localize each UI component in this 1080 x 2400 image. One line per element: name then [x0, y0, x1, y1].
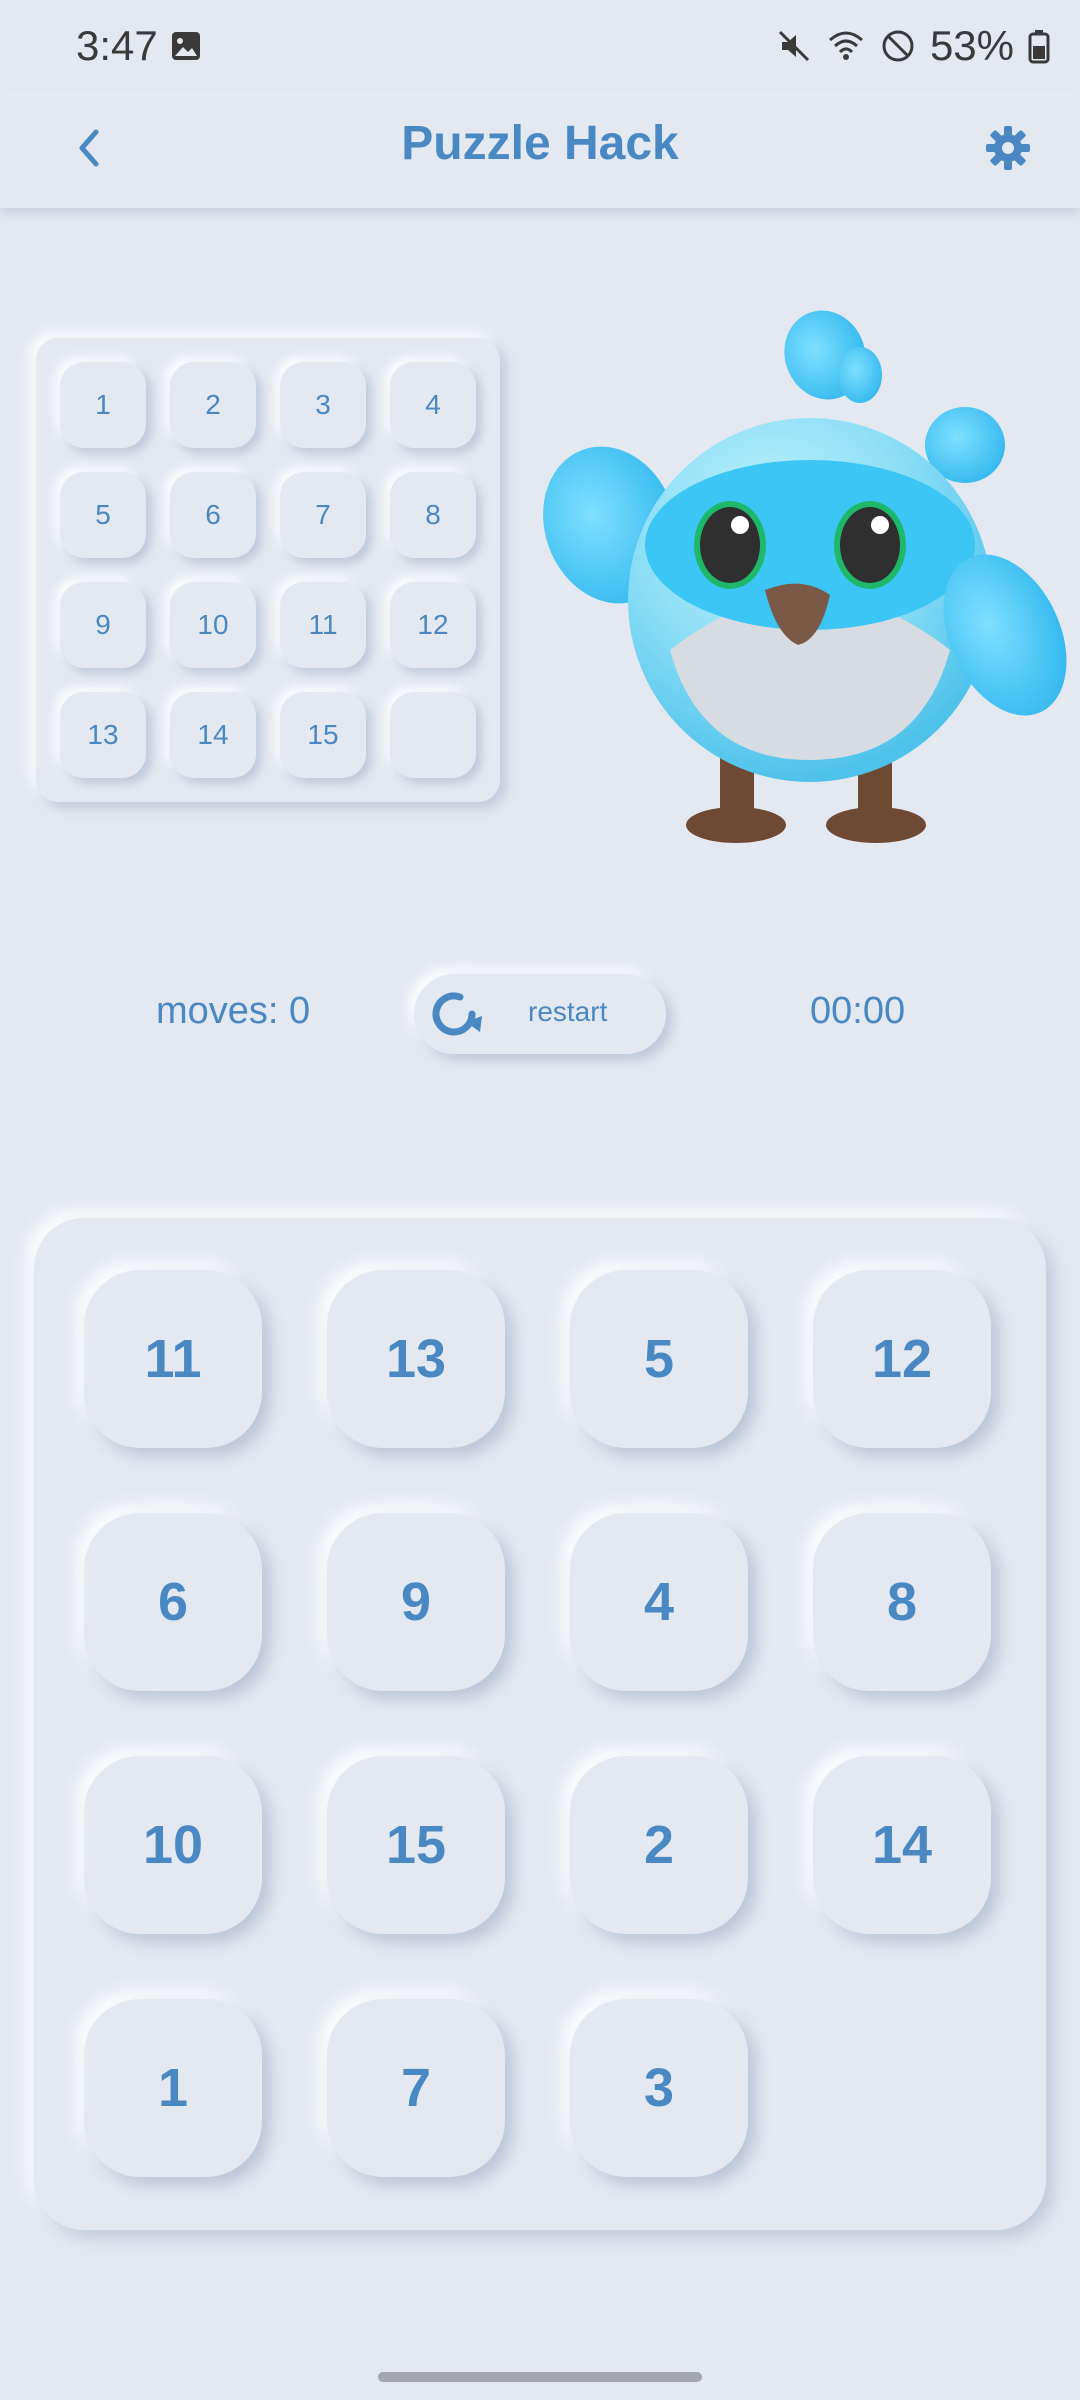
status-bar: 3:47 53%: [0, 0, 1080, 90]
refresh-icon: [432, 992, 482, 1036]
reference-tile: 5: [60, 472, 146, 558]
gallery-icon: [172, 32, 200, 60]
reference-tile-empty: [390, 692, 476, 778]
puzzle-tile[interactable]: 4: [570, 1513, 748, 1691]
status-icons: 53%: [776, 22, 1050, 70]
reference-tile: 15: [280, 692, 366, 778]
puzzle-tile[interactable]: 13: [327, 1270, 505, 1448]
app-bar: Puzzle Hack: [0, 90, 1080, 208]
home-indicator[interactable]: [378, 2372, 702, 2382]
restart-label: restart: [528, 996, 608, 1027]
puzzle-tile[interactable]: 11: [84, 1270, 262, 1448]
status-time: 3:47: [76, 22, 158, 69]
timer: 00:00: [810, 990, 906, 1032]
reference-tile: 12: [390, 582, 476, 668]
puzzle-tile[interactable]: 7: [327, 1999, 505, 2177]
reference-tile: 3: [280, 362, 366, 448]
puzzle-tile[interactable]: 14: [813, 1756, 991, 1934]
reference-tile: 2: [170, 362, 256, 448]
game-board: 11 13 5 12 6 9 4 8 10 15 2 14 1 7 3: [34, 1218, 1046, 2230]
puzzle-tile[interactable]: 5: [570, 1270, 748, 1448]
reference-tile: 11: [280, 582, 366, 668]
bird-mascot-image: [543, 310, 1067, 843]
puzzle-tile[interactable]: 3: [570, 1999, 748, 2177]
reference-tile: 7: [280, 472, 366, 558]
mute-icon: [778, 30, 809, 62]
puzzle-tile[interactable]: 8: [813, 1513, 991, 1691]
puzzle-tile[interactable]: 12: [813, 1270, 991, 1448]
puzzle-tile[interactable]: 15: [327, 1756, 505, 1934]
reference-tile: 10: [170, 582, 256, 668]
reference-board: 1 2 3 4 5 6 7 8 9 10 11 12 13 14 15: [36, 338, 500, 802]
battery-icon: [1028, 30, 1050, 64]
do-not-disturb-icon: [882, 30, 914, 62]
page-title: Puzzle Hack: [401, 117, 679, 170]
reference-tile: 4: [390, 362, 476, 448]
puzzle-tile[interactable]: 1: [84, 1999, 262, 2177]
reference-tile: 1: [60, 362, 146, 448]
reference-tile: 9: [60, 582, 146, 668]
reference-tile: 14: [170, 692, 256, 778]
gear-icon[interactable]: [980, 120, 1036, 176]
reference-tile: 6: [170, 472, 256, 558]
puzzle-tile[interactable]: 10: [84, 1756, 262, 1934]
puzzle-tile[interactable]: 9: [327, 1513, 505, 1691]
puzzle-tile[interactable]: 2: [570, 1756, 748, 1934]
battery-percent: 53%: [929, 22, 1014, 69]
wifi-icon: [828, 31, 863, 60]
reference-tile: 13: [60, 692, 146, 778]
restart-button[interactable]: restart: [414, 974, 666, 1054]
reference-tile: 8: [390, 472, 476, 558]
puzzle-tile[interactable]: 6: [84, 1513, 262, 1691]
moves-counter: moves: 0: [156, 990, 311, 1032]
